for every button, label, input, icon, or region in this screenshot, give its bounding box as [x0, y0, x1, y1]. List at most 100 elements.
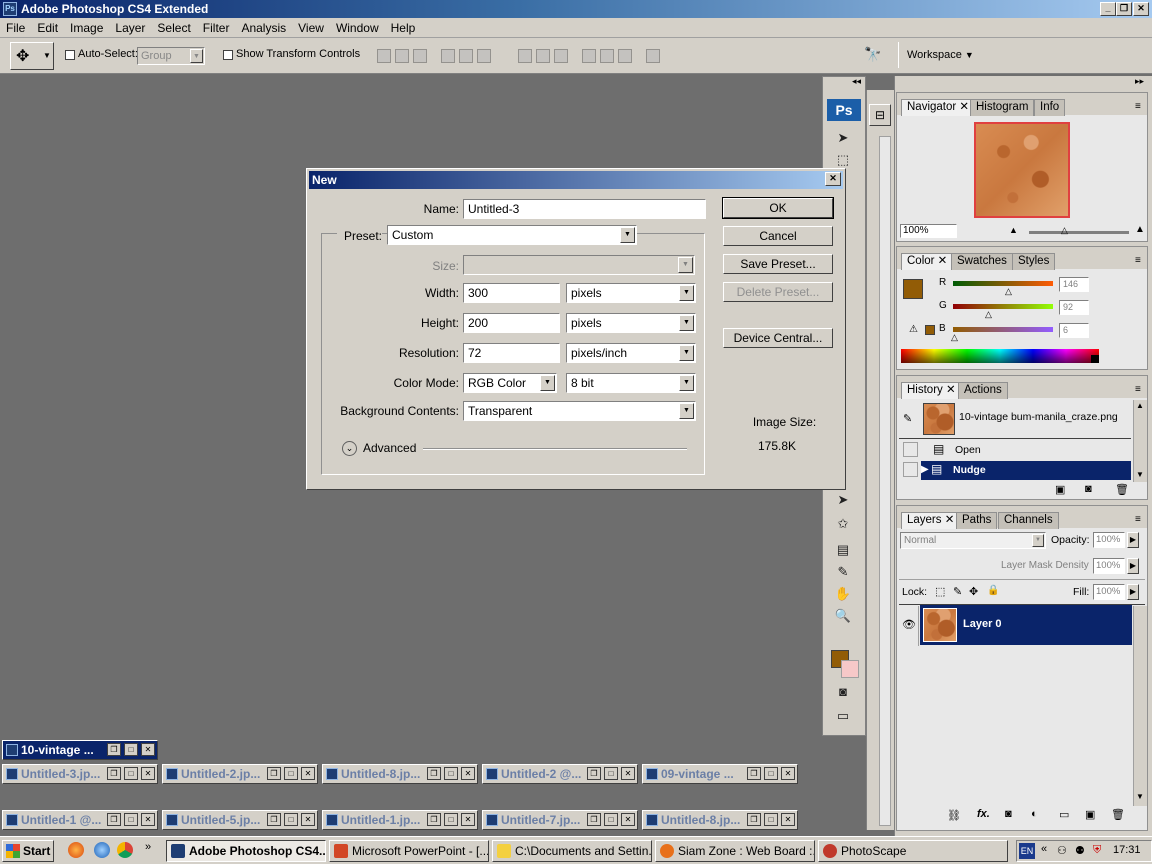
- b-slider-thumb-icon[interactable]: △: [951, 332, 958, 343]
- close-icon[interactable]: ✕: [141, 743, 155, 756]
- restore-icon[interactable]: ❐: [427, 767, 441, 780]
- restore-icon[interactable]: ❐: [107, 743, 121, 756]
- restore-icon[interactable]: ❐: [747, 767, 761, 780]
- menu-select[interactable]: Select: [151, 18, 196, 38]
- mask-density-input[interactable]: 100%: [1093, 558, 1125, 574]
- doc-window[interactable]: 09-vintage ... ❐ □ ✕: [642, 764, 798, 784]
- doc-window[interactable]: Untitled-1 @... ❐ □ ✕: [2, 810, 158, 830]
- layers-scrollbar[interactable]: ▼: [1133, 606, 1147, 806]
- layer-row-layer-0[interactable]: Layer 0: [920, 605, 1132, 645]
- menu-image[interactable]: Image: [64, 18, 109, 38]
- scroll-down-icon[interactable]: ▼: [1136, 792, 1144, 801]
- navigator-zoom-input[interactable]: 100%: [900, 224, 957, 238]
- shield-icon[interactable]: ⛨: [1093, 844, 1101, 857]
- menu-analysis[interactable]: Analysis: [235, 18, 292, 38]
- r-input[interactable]: 146: [1059, 277, 1089, 292]
- path-select-tool-icon[interactable]: ➤: [832, 490, 854, 510]
- expand-dock-icon[interactable]: ▸▸: [1135, 76, 1144, 87]
- new-group-icon[interactable]: ▭: [1059, 808, 1069, 821]
- notes-tool-icon[interactable]: ▤: [832, 540, 854, 560]
- new-document-from-state-icon[interactable]: ▣: [1055, 483, 1065, 496]
- restore-icon[interactable]: ❐: [747, 813, 761, 826]
- panel-menu-icon[interactable]: ≡: [1135, 384, 1141, 395]
- gamut-warning-icon[interactable]: ⚠: [909, 324, 918, 335]
- maximize-icon[interactable]: □: [444, 813, 458, 826]
- distribute-bottom-icon[interactable]: [554, 49, 568, 63]
- close-icon[interactable]: ✕: [781, 813, 795, 826]
- maximize-icon[interactable]: □: [764, 813, 778, 826]
- close-icon[interactable]: ✕: [301, 813, 315, 826]
- r-slider-thumb-icon[interactable]: △: [1005, 286, 1012, 297]
- align-right-icon[interactable]: [477, 49, 491, 63]
- panel-menu-icon[interactable]: ≡: [1135, 514, 1141, 525]
- distribute-left-icon[interactable]: [582, 49, 596, 63]
- align-bottom-icon[interactable]: [413, 49, 427, 63]
- distribute-top-icon[interactable]: [518, 49, 532, 63]
- restore-icon[interactable]: ❐: [267, 813, 281, 826]
- menu-layer[interactable]: Layer: [109, 18, 151, 38]
- device-central-button[interactable]: Device Central...: [723, 328, 833, 348]
- doc-window[interactable]: Untitled-2 @... ❐ □ ✕: [482, 764, 638, 784]
- start-button[interactable]: Start: [2, 840, 54, 862]
- save-preset-button[interactable]: Save Preset...: [723, 254, 833, 274]
- color-panel-foreground-swatch[interactable]: [903, 279, 923, 299]
- tab-color[interactable]: Color ✕: [901, 253, 954, 270]
- maximize-icon[interactable]: □: [284, 813, 298, 826]
- add-mask-icon[interactable]: ◙: [1005, 808, 1012, 820]
- taskbar-item-photoscape[interactable]: PhotoScape: [818, 840, 1008, 862]
- tab-styles[interactable]: Styles: [1012, 253, 1056, 270]
- fill-input[interactable]: 100%: [1093, 584, 1125, 600]
- doc-window-10-vintage[interactable]: 10-vintage ... ❐ □ ✕: [2, 740, 158, 760]
- align-left-icon[interactable]: [441, 49, 455, 63]
- distribute-right-icon[interactable]: [618, 49, 632, 63]
- layer-visibility-cell[interactable]: 👁: [899, 606, 919, 646]
- close-icon[interactable]: ✕: [781, 767, 795, 780]
- maximize-icon[interactable]: □: [124, 813, 138, 826]
- distribute-hcenter-icon[interactable]: [600, 49, 614, 63]
- chrome-icon[interactable]: [117, 842, 133, 858]
- menu-help[interactable]: Help: [385, 18, 422, 38]
- menu-file[interactable]: File: [0, 18, 31, 38]
- marquee-tool-icon[interactable]: ⬚: [832, 150, 854, 170]
- color-ramp[interactable]: [901, 349, 1099, 363]
- cancel-button[interactable]: Cancel: [723, 226, 833, 246]
- fill-slider-toggle-icon[interactable]: ▶: [1127, 584, 1139, 600]
- lock-position-icon[interactable]: ✥: [969, 585, 978, 598]
- align-vcenter-icon[interactable]: [395, 49, 409, 63]
- taskbar-item-powerpoint[interactable]: Microsoft PowerPoint - [...: [329, 840, 489, 862]
- doc-window[interactable]: Untitled-3.jp... ❐ □ ✕: [2, 764, 158, 784]
- menu-view[interactable]: View: [292, 18, 330, 38]
- width-unit-dropdown[interactable]: pixels ▼: [566, 283, 696, 303]
- ruler-icon[interactable]: ⊟: [869, 104, 891, 126]
- menu-edit[interactable]: Edit: [31, 18, 64, 38]
- dialog-close-button[interactable]: ✕: [825, 172, 841, 186]
- tab-navigator[interactable]: Navigator ✕: [901, 99, 976, 116]
- restore-icon[interactable]: ❐: [427, 813, 441, 826]
- doc-window[interactable]: Untitled-8.jp... ❐ □ ✕: [322, 764, 478, 784]
- history-step-open[interactable]: ▤ Open: [899, 440, 1131, 460]
- collapse-icons-icon[interactable]: ◂◂: [852, 76, 861, 87]
- trash-icon[interactable]: 🗑: [1115, 483, 1129, 496]
- layer-style-icon[interactable]: fx.: [977, 808, 990, 820]
- restore-icon[interactable]: ❐: [107, 813, 121, 826]
- network-icon[interactable]: ⚇: [1057, 844, 1067, 857]
- preset-dropdown[interactable]: Custom ▼: [387, 225, 637, 245]
- doc-window[interactable]: Untitled-7.jp... ❐ □ ✕: [482, 810, 638, 830]
- restore-icon[interactable]: ❐: [587, 767, 601, 780]
- zoom-tool-icon[interactable]: 🔍: [832, 606, 854, 626]
- maximize-icon[interactable]: □: [284, 767, 298, 780]
- zoom-slider[interactable]: [1029, 231, 1129, 234]
- zoom-in-icon[interactable]: ▲: [1135, 224, 1145, 235]
- language-indicator[interactable]: EN: [1019, 843, 1035, 859]
- close-icon[interactable]: ✕: [621, 767, 635, 780]
- minimize-button[interactable]: _: [1100, 2, 1116, 16]
- tab-channels[interactable]: Channels: [998, 512, 1059, 529]
- tab-info[interactable]: Info: [1034, 99, 1066, 116]
- taskbar-item-explorer[interactable]: C:\Documents and Settin...: [492, 840, 652, 862]
- navigator-thumbnail[interactable]: [974, 122, 1070, 218]
- history-snapshot-thumbnail[interactable]: [923, 403, 955, 435]
- new-snapshot-icon[interactable]: ◙: [1085, 483, 1092, 495]
- background-contents-dropdown[interactable]: Transparent ▼: [463, 401, 696, 421]
- g-slider[interactable]: [953, 304, 1053, 309]
- r-slider[interactable]: [953, 281, 1053, 286]
